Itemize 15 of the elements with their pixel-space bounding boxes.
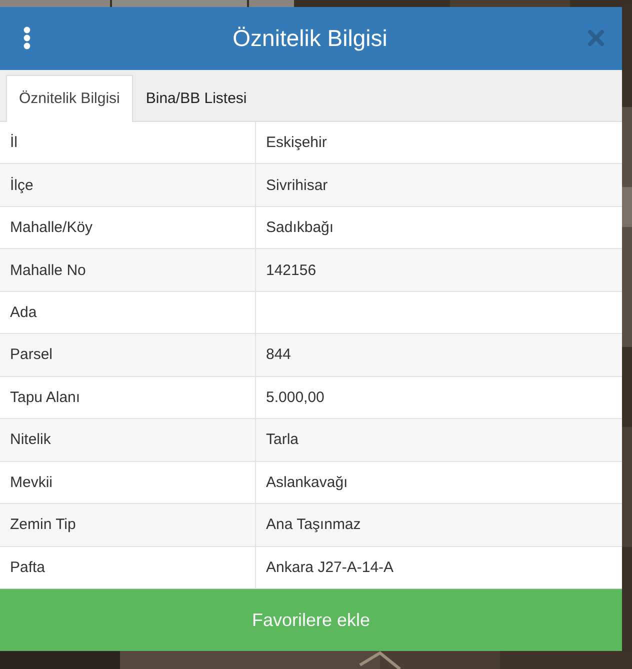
attribute-name: Mahalle/Köy — [9, 218, 94, 238]
dialog-title: Öznitelik Bilgisi — [232, 24, 388, 52]
menu-icon[interactable] — [22, 26, 32, 50]
attribute-name: Tapu Alanı — [9, 388, 82, 408]
attribute-name: Zemin Tip — [9, 515, 77, 536]
attribute-name: Parsel — [9, 345, 54, 366]
attribute-name: Pafta — [9, 558, 46, 578]
tab[interactable]: Öznitelik Bilgisi — [6, 74, 133, 122]
attribute-name: İlçe — [9, 176, 34, 196]
attribute-name: İl — [9, 133, 18, 154]
attribute-name: Ada — [9, 303, 38, 324]
attribute-name: Nitelik — [9, 430, 52, 450]
attribute-name: Mevkii — [9, 472, 54, 493]
tab[interactable]: Bina/BB Listesi — [132, 74, 260, 121]
attribute-name: Mahalle No — [9, 260, 87, 281]
